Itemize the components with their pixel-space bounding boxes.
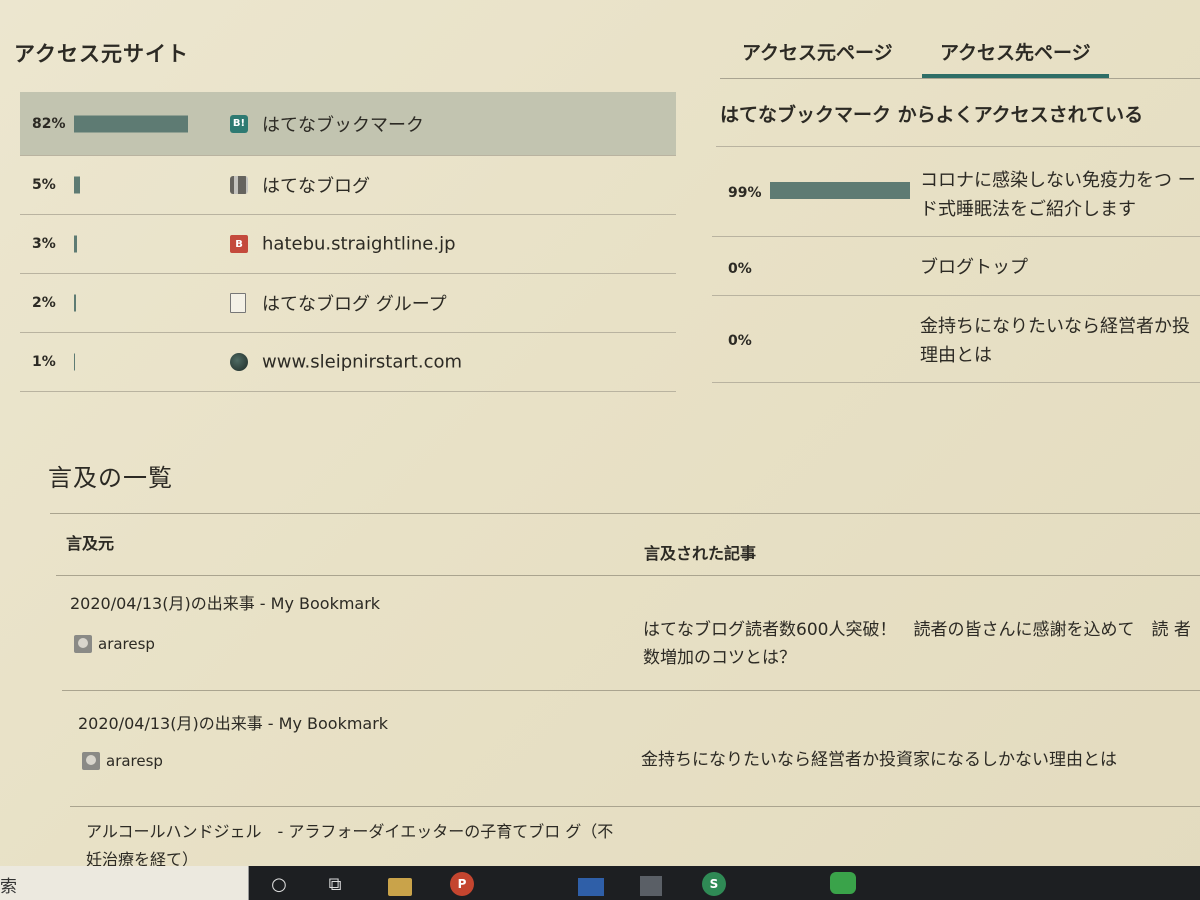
- source-bar: [74, 176, 80, 194]
- destination-row[interactable]: 0% 金持ちになりたいなら経営者か投 理由とは: [712, 296, 1200, 383]
- source-label: はてなブックマーク: [262, 114, 424, 136]
- taskbar-search-box[interactable]: 索: [0, 866, 249, 900]
- screen: アクセス元サイト 82% B! はてなブックマーク 5% はてなブログ 3% B…: [0, 0, 1200, 900]
- source-label: はてなブログ グループ: [262, 294, 447, 315]
- source-label: はてなブログ: [262, 176, 370, 197]
- page-tabs: アクセス元ページ アクセス先ページ: [720, 30, 1200, 79]
- powerpoint-icon[interactable]: P: [450, 872, 474, 896]
- source-bar: [74, 294, 76, 312]
- destination-bar: [770, 182, 910, 199]
- app-green-icon[interactable]: S: [702, 872, 726, 896]
- b-icon: B: [230, 235, 248, 253]
- destination-title[interactable]: 金持ちになりたいなら経営者か投 理由とは: [920, 312, 1200, 370]
- source-row-hatebu[interactable]: 3% B hatebu.straightline.jp: [20, 215, 676, 274]
- destination-title[interactable]: ブログトップ: [920, 253, 1200, 282]
- source-row-hatena-blog-group[interactable]: 2% はてなブログ グループ: [20, 274, 676, 333]
- source-percent: 2%: [32, 295, 56, 311]
- mention-user[interactable]: araresp: [74, 635, 155, 653]
- destination-row[interactable]: 99% コロナに感染しない免疫力をつ ード式睡眠法をご紹介します: [712, 148, 1200, 237]
- source-row-sleipnirstart[interactable]: 1% www.sleipnirstart.com: [20, 333, 676, 392]
- tab-access-destination-page[interactable]: アクセス先ページ: [922, 38, 1109, 78]
- mention-source-link[interactable]: 2020/04/13(月)の出来事 - My Bookmark: [78, 710, 388, 734]
- source-label: hatebu.straightline.jp: [262, 233, 456, 255]
- source-percent: 3%: [32, 236, 56, 252]
- destination-percent: 0%: [728, 333, 752, 349]
- source-row-hatena-blog[interactable]: 5% はてなブログ: [20, 156, 676, 215]
- divider: [62, 690, 1200, 691]
- file-explorer-icon[interactable]: [388, 878, 412, 896]
- avatar: [82, 752, 100, 770]
- mention-article-link[interactable]: 金持ちになりたいなら経営者か投資家になるしかない理由とは: [641, 746, 1200, 774]
- task-view-icon[interactable]: ⧉: [322, 872, 348, 896]
- source-bar: [74, 235, 77, 253]
- taskbar: 索 ○ ⧉ P S: [0, 866, 1200, 900]
- divider: [70, 806, 1200, 807]
- mention-user[interactable]: araresp: [82, 752, 163, 770]
- mention-user-name: araresp: [106, 752, 163, 770]
- access-sources-list: 82% B! はてなブックマーク 5% はてなブログ 3% B hatebu.s…: [20, 92, 676, 392]
- destinations-header: はてなブックマーク からよくアクセスされている: [720, 104, 1144, 126]
- divider: [50, 513, 1200, 514]
- source-percent: 1%: [32, 354, 56, 370]
- document-icon: [230, 293, 246, 313]
- source-bar: [74, 353, 75, 371]
- destination-percent: 0%: [728, 261, 752, 277]
- divider: [56, 575, 1200, 576]
- mail-icon[interactable]: [578, 878, 604, 896]
- source-row-hatena-bookmark[interactable]: 82% B! はてなブックマーク: [20, 92, 676, 156]
- mention-source-link[interactable]: 2020/04/13(月)の出来事 - My Bookmark: [70, 590, 380, 614]
- search-text: 索: [0, 877, 17, 897]
- column-header-article: 言及された記事: [644, 544, 757, 563]
- mention-user-name: araresp: [98, 635, 155, 653]
- source-bar: [74, 115, 188, 132]
- source-percent: 5%: [32, 177, 56, 193]
- line-icon[interactable]: [830, 872, 856, 894]
- destination-percent: 99%: [728, 185, 762, 201]
- store-icon[interactable]: [640, 876, 662, 896]
- hatena-blog-icon: [230, 176, 248, 194]
- avatar: [74, 635, 92, 653]
- divider: [716, 146, 1200, 147]
- source-percent: 82%: [32, 115, 66, 132]
- column-header-source: 言及元: [66, 534, 115, 553]
- cortana-icon[interactable]: ○: [266, 872, 292, 896]
- destination-title[interactable]: コロナに感染しない免疫力をつ ード式睡眠法をご紹介します: [920, 166, 1200, 224]
- tab-access-source-page[interactable]: アクセス元ページ: [724, 38, 911, 76]
- access-sources-title: アクセス元サイト: [14, 42, 189, 66]
- mentions-title: 言及の一覧: [48, 464, 173, 492]
- globe-icon: [230, 353, 248, 371]
- mention-article-link[interactable]: はてなブログ読者数600人突破！ 読者の皆さんに感謝を込めて 読 者数増加のコツ…: [643, 616, 1200, 672]
- source-label: www.sleipnirstart.com: [262, 351, 463, 373]
- hatena-bookmark-icon: B!: [230, 114, 248, 133]
- destination-row[interactable]: 0% ブログトップ: [712, 237, 1200, 296]
